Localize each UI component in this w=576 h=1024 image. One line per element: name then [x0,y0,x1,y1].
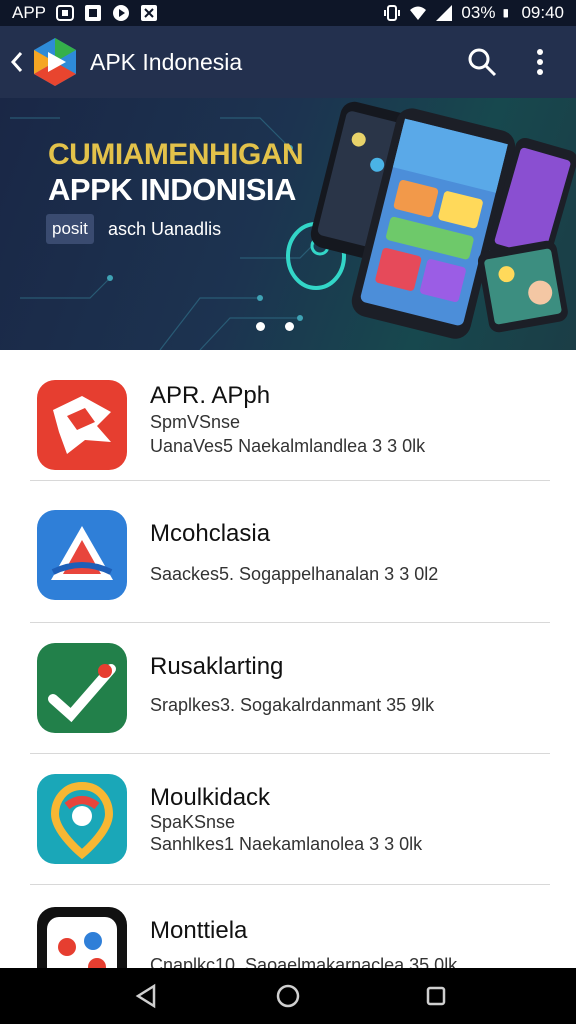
banner-headline-2: APPK INDONISIA [48,172,296,207]
app-icon [37,907,127,968]
banner-subtitle: asch Uanadlis [108,219,222,239]
message-icon [85,5,102,21]
divider [30,884,550,885]
nav-recents-button[interactable] [422,982,450,1010]
divider [30,480,550,481]
back-icon [10,52,23,72]
list-item[interactable]: APR. APph SpmVSnse UanaVes5 Naekalmlandl… [0,350,576,481]
carousel-dot[interactable] [285,322,294,331]
circle-home-icon [276,984,300,1008]
dots-logo-icon [47,917,117,968]
mountain-logo-icon [51,526,113,580]
app-icon [37,510,127,600]
battery-label: 03% [461,3,496,22]
banner-chip[interactable]: posit [46,214,94,244]
clock-label: 09:40 [521,3,564,22]
more-options-button[interactable] [528,46,552,78]
more-vert-icon [537,49,543,75]
banner-headline-1: CUMIAMENHIGAN [48,138,304,171]
media-icon [113,5,130,21]
nav-back-button[interactable] [132,982,160,1010]
wifi-icon [410,6,427,20]
app-title: APK Indonesia [90,48,243,75]
app-icon [37,774,127,864]
list-item[interactable]: Moulkidack SpaKSnse Sanhlkes1 Naekamlano… [0,754,576,885]
fox-logo-icon [53,396,111,454]
search-icon [468,48,497,77]
promo-banner[interactable]: CUMIAMENHIGAN APPK INDONISIA posit asch … [0,98,576,350]
app-meta-line-2: Cnaplkc10. Saoaelmakarnaclea 35 0lk [150,955,458,968]
search-button[interactable] [466,46,498,78]
download-icon [141,5,158,21]
carousel-dot[interactable] [256,322,265,331]
location-pin-icon [50,781,114,860]
app-meta-line-1: SpaKSnse [150,812,236,832]
app-meta-line-1: SpmVSnse [150,412,241,432]
vibrate-icon [384,5,401,21]
list-item[interactable]: Rusaklarting Sraplkes3. Sogakalrdanmant … [0,623,576,754]
app-name: Monttiela [150,917,248,944]
triangle-back-icon [135,983,156,1009]
app-name: Moulkidack [150,784,271,811]
app-name: Mcohclasia [150,520,271,547]
phones-illustration [286,101,576,339]
app-meta-line-2: Sraplkes3. Sogakalrdanmant 35 9lk [150,695,435,715]
app-meta-line-2: Sanhlkes1 Naekamlanolea 3 3 0lk [150,834,423,854]
app-name: Rusaklarting [150,653,284,680]
battery-icon [504,9,509,18]
notification-icon [56,5,75,21]
app-name: APR. APph [150,382,271,409]
list-item[interactable]: Mcohclasia Saackes5. Sogappelhanalan 3 3… [0,492,576,623]
carrier-label: APP [12,3,47,22]
back-button[interactable] [0,26,34,98]
app-icon [37,380,127,470]
app-meta-line-2: UanaVes5 Naekalmlandlea 3 3 0lk [150,436,426,456]
status-bar: APP 03% 09:40 [0,0,576,26]
list-item[interactable]: Monttiela Cnaplkc10. Saoaelmakarnaclea 3… [0,887,576,968]
app-meta-line-2: Saackes5. Sogappelhanalan 3 3 0l2 [150,564,439,584]
signal-icon [436,5,453,21]
square-recents-icon [426,986,446,1006]
carousel-indicator[interactable] [256,322,294,331]
app-bar: APK Indonesia [0,26,576,98]
system-nav-bar [0,968,576,1024]
nav-home-button[interactable] [274,982,302,1010]
check-logo-icon [48,664,116,723]
app-icon [37,643,127,733]
app-list: APR. APph SpmVSnse UanaVes5 Naekalmlandl… [0,350,576,968]
app-logo [34,38,76,86]
